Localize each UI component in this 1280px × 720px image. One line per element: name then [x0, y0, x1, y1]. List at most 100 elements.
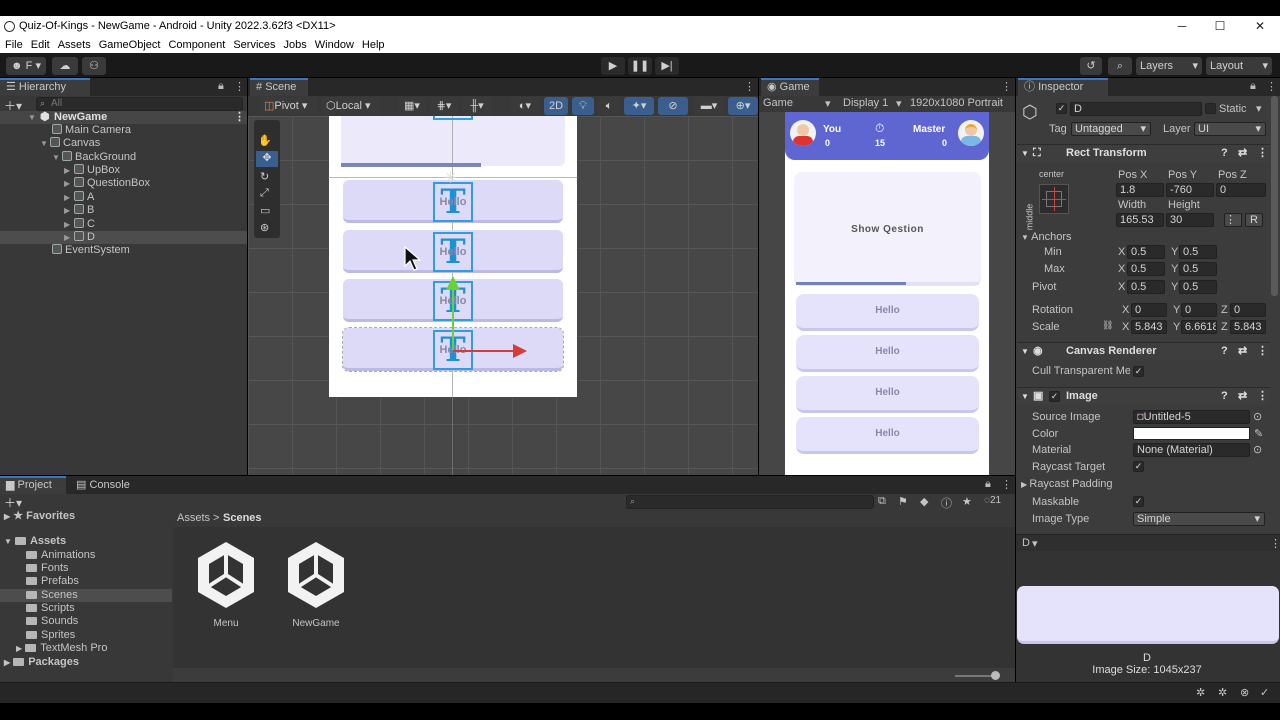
collapsed-arrow-icon[interactable]: ▶ — [16, 644, 22, 653]
static-checkbox[interactable] — [1205, 103, 1216, 114]
lock-icon[interactable]: 🔒︎ — [218, 80, 224, 93]
collapsed-arrow-icon[interactable]: ▶ — [64, 218, 74, 231]
raw-edit-button[interactable]: R — [1245, 213, 1263, 227]
width-field[interactable]: 165.53 — [1116, 213, 1164, 227]
kebab-menu-icon[interactable]: ⋮ — [1270, 537, 1280, 550]
help-icon[interactable]: ? — [1221, 145, 1228, 162]
gizmos-dropdown[interactable]: ⊕▾ — [728, 97, 758, 115]
rotate-tool-icon[interactable]: ↻ — [260, 170, 269, 183]
hierarchy-item-upbox[interactable]: ▶ UpBox — [64, 164, 120, 177]
menu-gameobject[interactable]: GameObject — [95, 39, 165, 51]
menu-jobs[interactable]: Jobs — [280, 39, 311, 51]
tab-project[interactable]: ▆ Project — [0, 476, 66, 494]
icon-size-slider-thumb[interactable] — [991, 671, 1000, 680]
collab-button[interactable]: ⚇ — [82, 57, 106, 75]
audio-toggle[interactable]: 🔈︎ — [598, 97, 620, 115]
hand-tool-icon[interactable]: ✋ — [258, 134, 272, 147]
canvas-renderer-header[interactable]: ▼ ◉ Canvas Renderer ? ⇄ ⋮ — [1017, 342, 1270, 360]
favorites-item[interactable]: ▶ ★ Favorites — [4, 510, 75, 523]
collapsed-arrow-icon[interactable]: ▶ — [64, 231, 74, 244]
rect-tool-icon[interactable]: ▭ — [260, 204, 270, 217]
hierarchy-item-eventsystem[interactable]: EventSystem — [52, 244, 130, 257]
scale-y-field[interactable]: 6.6618 — [1181, 320, 1217, 334]
grid-snap-button[interactable]: ▦▾ — [398, 97, 426, 115]
hierarchy-item-background[interactable]: ▼ BackGround — [52, 151, 136, 164]
kebab-menu-icon[interactable]: ⋮ — [234, 80, 245, 93]
kebab-menu-icon[interactable]: ⋮ — [1266, 80, 1277, 93]
layout-dropdown[interactable]: Layout ▾ — [1206, 57, 1272, 75]
status-check-icon[interactable]: ✓ — [1260, 686, 1269, 699]
hierarchy-search-input[interactable]: ⌕ All — [36, 97, 243, 111]
inspector-scrollbar[interactable] — [1271, 96, 1278, 296]
layers-dropdown[interactable]: Layers ▾ — [1136, 57, 1202, 75]
move-gizmo-y-axis[interactable] — [452, 288, 454, 350]
link-icon[interactable]: ⛓ — [1102, 320, 1113, 331]
help-icon[interactable]: ? — [1221, 388, 1228, 405]
camera-dropdown[interactable]: ▬▾ — [694, 97, 724, 115]
foldout-arrow-icon[interactable]: ▼ — [1021, 233, 1031, 242]
collapsed-arrow-icon[interactable]: ▶ — [64, 191, 74, 204]
eyedropper-icon[interactable]: ✎ — [1254, 427, 1263, 440]
cache-icon[interactable]: ⊗ — [1240, 686, 1249, 699]
posx-field[interactable]: 1.8 — [1116, 183, 1164, 197]
lock-icon[interactable]: 🔒︎ — [1250, 80, 1256, 93]
menu-edit[interactable]: Edit — [27, 39, 54, 51]
layer-dropdown[interactable]: UI ▾ — [1194, 122, 1266, 136]
expand-arrow-icon[interactable]: ▼ — [40, 137, 50, 150]
anchors-foldout[interactable]: ▼ Anchors — [1021, 231, 1072, 243]
menu-services[interactable]: Services — [229, 39, 279, 51]
2d-toggle[interactable]: 2D — [544, 97, 568, 115]
object-name-field[interactable]: D — [1070, 102, 1202, 116]
anchor-max-x-field[interactable]: 0.5 — [1127, 262, 1165, 276]
pivot-x-field[interactable]: 0.5 — [1127, 280, 1165, 294]
tab-game[interactable]: ◉ Game — [761, 78, 819, 96]
game-mode-dropdown[interactable]: Game ▾ — [763, 97, 833, 110]
active-checkbox[interactable]: ✓ — [1056, 103, 1067, 114]
hierarchy-item-canvas[interactable]: ▼ Canvas — [40, 137, 100, 150]
blueprint-mode-button[interactable]: ⋮⋮ — [1224, 213, 1242, 227]
breadcrumb-scenes[interactable]: Scenes — [223, 512, 262, 524]
collapsed-arrow-icon[interactable]: ▶ — [64, 204, 74, 217]
assets-item[interactable]: ▼ Assets — [4, 535, 66, 548]
folder-prefabs[interactable]: Prefabs — [26, 575, 79, 588]
hierarchy-item-newgame[interactable]: ▼ ⬢ NewGame ⋮ — [0, 111, 247, 124]
preset-icon[interactable]: ⇄ — [1238, 343, 1247, 360]
move-gizmo-x-axis[interactable] — [453, 350, 515, 352]
bug-icon[interactable]: ✲ — [1196, 686, 1205, 699]
material-field[interactable]: None (Material) — [1133, 443, 1250, 457]
foldout-arrow-icon[interactable]: ▼ — [1021, 388, 1029, 405]
anchor-max-y-field[interactable]: 0.5 — [1179, 262, 1217, 276]
scene-text-box-a[interactable]: T Hello — [433, 182, 473, 222]
expand-arrow-icon[interactable]: ▼ — [28, 111, 38, 124]
collapsed-arrow-icon[interactable]: ▶ — [64, 177, 74, 190]
rotation-x-field[interactable]: 0 — [1131, 303, 1167, 317]
step-button[interactable]: ▶| — [655, 57, 679, 75]
object-picker-icon[interactable]: ⊙ — [1253, 443, 1262, 456]
shading-mode-button[interactable]: ◐▾ — [510, 97, 540, 115]
foldout-arrow-icon[interactable]: ▼ — [1021, 145, 1029, 162]
raycast-target-checkbox[interactable]: ✓ — [1133, 461, 1144, 472]
source-image-field[interactable]: ◘Untitled-5 — [1133, 410, 1250, 424]
hierarchy-item-questionbox[interactable]: ▶ QuestionBox — [64, 177, 150, 190]
kebab-menu-icon[interactable]: ⋮ — [1001, 478, 1012, 491]
collapsed-arrow-icon[interactable]: ▶ — [4, 658, 10, 667]
tab-inspector[interactable]: ⓘ Inspector — [1018, 78, 1108, 96]
play-button[interactable]: ▶ — [601, 57, 625, 75]
kebab-menu-icon[interactable]: ⋮ — [744, 80, 755, 93]
kebab-menu-icon[interactable]: ⋮ — [1001, 80, 1012, 93]
tab-scene[interactable]: # Scene — [250, 78, 308, 96]
tab-console[interactable]: ▤ Console — [70, 476, 140, 494]
close-button[interactable]: ✕ — [1240, 16, 1280, 36]
hierarchy-item-main-camera[interactable]: Main Camera — [52, 124, 131, 137]
menu-help[interactable]: Help — [358, 39, 389, 51]
posz-field[interactable]: 0 — [1216, 183, 1266, 197]
rotation-z-field[interactable]: 0 — [1230, 303, 1266, 317]
hierarchy-item-a[interactable]: ▶ A — [64, 191, 94, 204]
folder-scenes[interactable]: Scenes — [0, 589, 172, 602]
search-by-type-icon[interactable]: ⧉ — [878, 495, 886, 508]
preset-icon[interactable]: ⇄ — [1238, 145, 1247, 162]
packages-item[interactable]: ▶ Packages — [4, 656, 79, 669]
hidden-count-badge[interactable]: ◌21 — [984, 495, 1001, 506]
image-header[interactable]: ▼ ▣ ✓ Image ? ⇄ ⋮ — [1017, 387, 1270, 405]
image-type-dropdown[interactable]: Simple ▾ — [1133, 512, 1265, 526]
